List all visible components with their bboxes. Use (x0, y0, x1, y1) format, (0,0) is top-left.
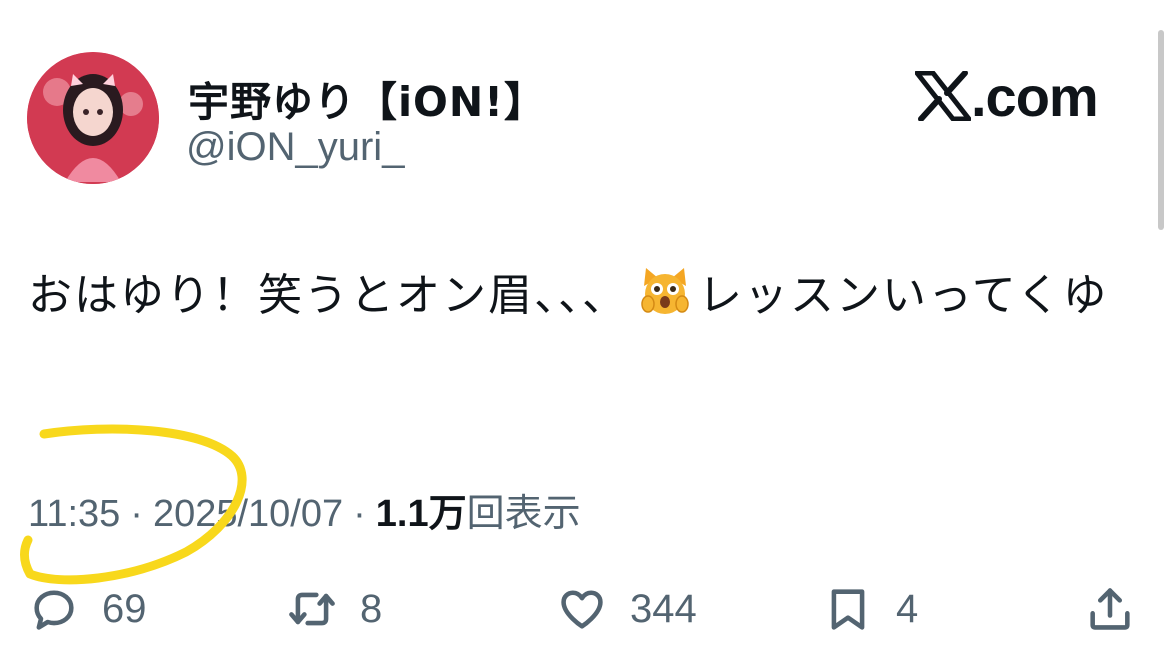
share-button[interactable] (1084, 578, 1136, 640)
reply-count: 69 (102, 586, 147, 631)
repost-count: 8 (360, 586, 383, 631)
tweet-text-part2: レッスンいってくゆ (698, 270, 1109, 321)
repost-icon (289, 592, 335, 626)
like-button[interactable]: 344 (556, 578, 697, 640)
tweet-date[interactable]: 2025/10/07 (153, 493, 343, 535)
brand-text: .com (971, 64, 1099, 128)
bookmark-icon (831, 589, 865, 630)
weary-cat-face-icon (641, 268, 689, 314)
avatar-image (27, 52, 159, 184)
like-count: 344 (630, 586, 697, 631)
action-bar: 69 8 344 4 (0, 578, 1170, 640)
x-com-brand: .com (915, 64, 1099, 128)
tweet-meta: 11:35 · 2025/10/07 · 1.1万回表示 (28, 482, 581, 537)
scrollbar[interactable] (1158, 30, 1164, 230)
share-icon (1090, 588, 1130, 630)
reply-icon (34, 590, 74, 630)
views-count[interactable]: 1.1万 (376, 493, 467, 535)
tweet-time[interactable]: 11:35 (28, 493, 120, 535)
bookmark-count: 4 (896, 586, 919, 631)
views-label[interactable]: 回表示 (467, 493, 581, 535)
profile-avatar[interactable] (27, 52, 159, 184)
meta-separator: · (130, 493, 143, 535)
tweet-text: おはゆり！笑うとオン眉、、、 レッスンいってくゆ (28, 260, 1138, 332)
tweet-text-part1: おはゆり！笑うとオン眉、、、 (28, 270, 628, 321)
reply-button[interactable]: 69 (28, 578, 147, 640)
meta-separator: · (353, 493, 366, 535)
author-display-name[interactable]: 宇野ゆり【iON!】 (188, 68, 546, 128)
x-logo-icon (915, 71, 971, 121)
bookmark-button[interactable]: 4 (822, 578, 918, 640)
heart-icon (561, 590, 603, 629)
repost-button[interactable]: 8 (286, 578, 382, 640)
author-handle[interactable]: @iON_yuri_ (186, 125, 404, 170)
